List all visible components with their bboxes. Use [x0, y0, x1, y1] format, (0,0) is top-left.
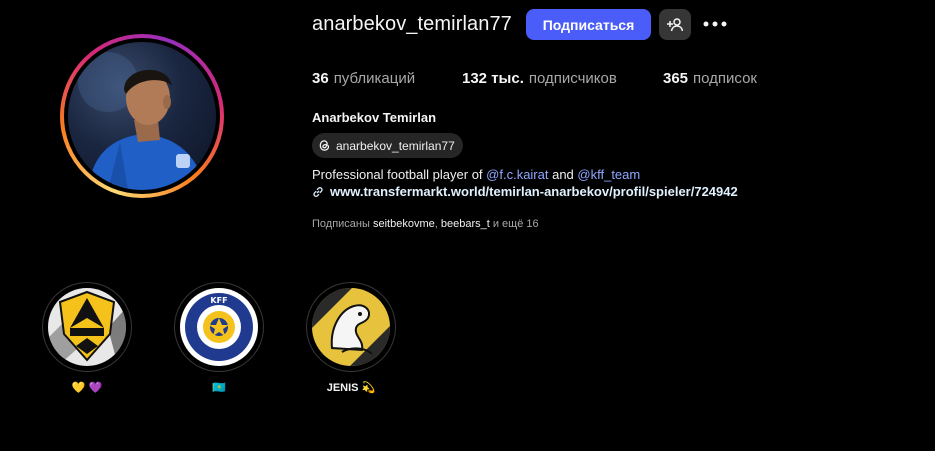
- highlight-label: 🇰🇿: [212, 382, 226, 394]
- highlight-item[interactable]: 💛 💜: [42, 282, 132, 394]
- followers-stat[interactable]: 132 тыс. подписчиков: [462, 70, 663, 87]
- highlight-label: JENIS 💫: [326, 382, 376, 394]
- following-stat[interactable]: 365 подписок: [663, 70, 757, 87]
- svg-text:KFF: KFF: [210, 296, 227, 305]
- highlight-item[interactable]: JENIS 💫: [306, 282, 396, 394]
- bio-text: Professional football player of @f.c.kai…: [312, 167, 641, 182]
- posts-count: 36: [312, 70, 329, 87]
- posts-label: публикаций: [333, 70, 416, 87]
- follow-button[interactable]: Подписаться: [526, 9, 651, 40]
- threads-handle: anarbekov_temirlan77: [336, 138, 455, 153]
- bio-external-link[interactable]: www.transfermarkt.world/temirlan-anarbek…: [312, 184, 738, 199]
- profile-avatar: [68, 42, 216, 190]
- suggest-similar-button[interactable]: [659, 9, 691, 40]
- profile-stats: 36 публикаций 132 тыс. подписчиков 365 п…: [312, 70, 757, 87]
- highlight-label: 💛 💜: [71, 382, 103, 394]
- posts-stat: 36 публикаций: [312, 70, 462, 87]
- more-options-button[interactable]: [700, 12, 730, 36]
- add-person-icon: [667, 17, 683, 31]
- more-dots-icon: [703, 21, 727, 27]
- mention-kff-team[interactable]: @kff_team: [577, 167, 640, 182]
- highlight-kff-image: KFF: [180, 288, 258, 366]
- profile-avatar-story-ring[interactable]: [60, 34, 224, 198]
- highlight-jenis-image: [312, 288, 390, 366]
- follower-beebars[interactable]: beebars_t: [441, 218, 490, 230]
- profile-full-name: Anarbekov Temirlan: [312, 110, 437, 125]
- profile-username: anarbekov_temirlan77: [312, 13, 512, 35]
- followed-by-text[interactable]: Подписаны seitbekovme, beebars_t и ещё 1…: [312, 218, 539, 230]
- highlight-item[interactable]: KFF 🇰🇿: [174, 282, 264, 394]
- jenis-emblem-icon: [312, 288, 390, 366]
- kairat-crest-icon: [48, 288, 126, 366]
- mention-kairat[interactable]: @f.c.kairat: [486, 167, 548, 182]
- following-count: 365: [663, 70, 689, 87]
- followers-count: 132 тыс.: [462, 70, 524, 87]
- bio-link-text: www.transfermarkt.world/temirlan-anarbek…: [330, 184, 738, 199]
- avatar-photo: [78, 52, 206, 190]
- follower-seitbekovme[interactable]: seitbekovme: [373, 218, 435, 230]
- followers-label: подписчиков: [528, 70, 617, 87]
- profile-page: anarbekov_temirlan77 Подписаться 36 публ…: [0, 0, 935, 451]
- kff-badge-icon: KFF: [180, 288, 258, 366]
- threads-icon: [319, 140, 330, 151]
- threads-link-chip[interactable]: anarbekov_temirlan77: [312, 133, 463, 158]
- following-label: подписок: [693, 70, 757, 87]
- highlight-kairat-image: [48, 288, 126, 366]
- link-icon: [313, 186, 323, 197]
